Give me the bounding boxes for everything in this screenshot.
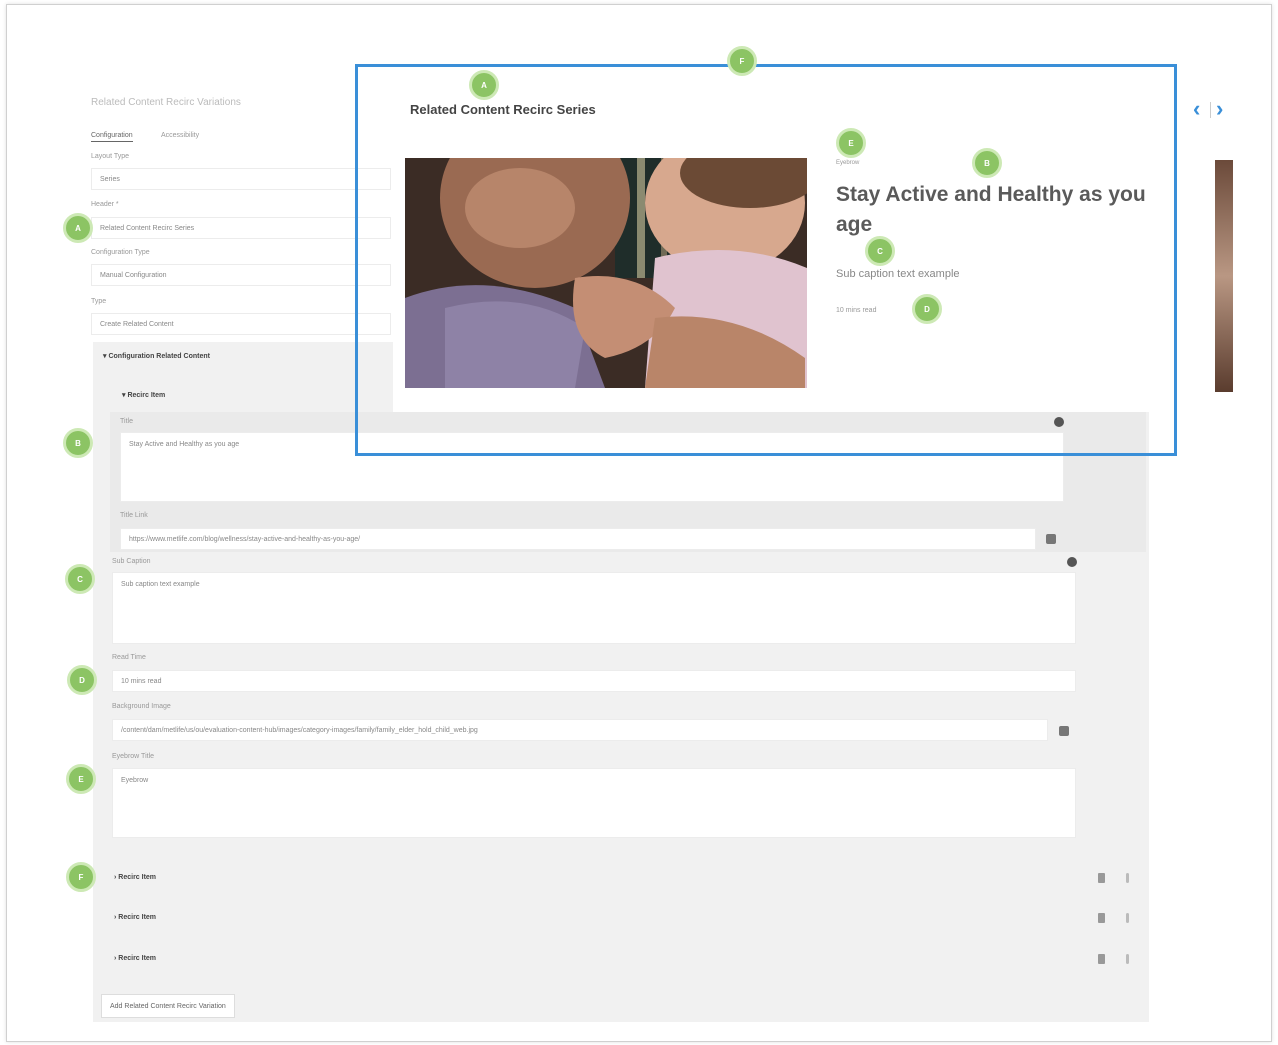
type-select[interactable]: Create Related Content — [91, 313, 391, 335]
badge-items-preview: F — [727, 46, 757, 76]
bg-image-input[interactable]: /content/dam/metlife/us/ou/evaluation-co… — [112, 719, 1048, 741]
recirc-item-title: Recirc Item — [127, 392, 166, 399]
nav-divider — [1210, 102, 1211, 118]
drag-handle-icon[interactable] — [1126, 954, 1129, 964]
page-title: Related Content Recirc Variations — [91, 97, 241, 108]
tab-configuration[interactable]: Configuration — [91, 132, 133, 142]
badge-eyebrow-preview: E — [836, 128, 866, 158]
layout-type-select[interactable]: Series — [91, 168, 391, 190]
badge-header-preview: A — [469, 70, 499, 100]
badge-read-time-preview: D — [912, 294, 942, 324]
bg-image-label: Background Image — [112, 703, 171, 710]
config-section-title[interactable]: ▾ Configuration Related Content — [103, 352, 210, 360]
badge-eyebrow-form: E — [66, 764, 96, 794]
badge-title-preview: B — [972, 148, 1002, 178]
subcaption-label: Sub Caption — [112, 558, 151, 565]
prev-arrow-icon[interactable]: ‹ — [1193, 96, 1200, 122]
add-variation-button[interactable]: Add Related Content Recirc Variation — [101, 994, 235, 1018]
layout-type-label: Layout Type — [91, 153, 130, 160]
header-input[interactable]: Related Content Recirc Series — [91, 217, 391, 239]
badge-items-form: F — [66, 862, 96, 892]
drag-handle-icon[interactable] — [1126, 873, 1129, 883]
trash-icon[interactable] — [1098, 913, 1105, 923]
recirc-item-collapsed-1-label: Recirc Item — [118, 874, 157, 881]
badge-subcaption-preview: C — [865, 236, 895, 266]
preview-subcaption: Sub caption text example — [836, 268, 960, 280]
recirc-item-collapsed-3[interactable]: › Recirc Item — [114, 955, 156, 962]
recirc-item-collapsed-1[interactable]: › Recirc Item — [114, 874, 156, 881]
config-type-label: Configuration Type — [91, 249, 150, 256]
next-card-peek-image — [1215, 160, 1233, 392]
elder-hold-child-image — [405, 158, 807, 388]
next-arrow-icon[interactable]: › — [1216, 96, 1223, 122]
header-label: Header * — [91, 201, 119, 208]
bg-image-browse-icon[interactable] — [1059, 726, 1069, 736]
recirc-item-collapsed-2[interactable]: › Recirc Item — [114, 914, 156, 921]
badge-title-form: B — [63, 428, 93, 458]
title-link-input[interactable]: https://www.metlife.com/blog/wellness/st… — [120, 528, 1036, 550]
preview-header: Related Content Recirc Series — [410, 102, 596, 117]
config-type-select[interactable]: Manual Configuration — [91, 264, 391, 286]
eyebrow-label: Eyebrow Title — [112, 753, 155, 760]
subcaption-textarea[interactable]: Sub caption text example — [112, 572, 1076, 644]
badge-subcaption-form: C — [65, 564, 95, 594]
recirc-item-header[interactable]: ▾ Recirc Item — [122, 391, 165, 399]
trash-icon[interactable] — [1098, 873, 1105, 883]
eyebrow-textarea[interactable]: Eyebrow — [112, 768, 1076, 838]
subcaption-info-icon[interactable] — [1067, 557, 1077, 567]
config-section-title-text: Configuration Related Content — [108, 353, 210, 360]
preview-eyebrow: Eyebrow — [836, 160, 860, 166]
drag-handle-icon[interactable] — [1126, 913, 1129, 923]
title-link-label: Title Link — [120, 512, 148, 519]
tab-accessibility[interactable]: Accessibility — [161, 132, 199, 139]
read-time-input[interactable]: 10 mins read — [112, 670, 1076, 692]
badge-header-form: A — [63, 213, 93, 243]
preview-photo — [405, 158, 807, 388]
preview-read-time: 10 mins read — [836, 307, 877, 314]
title-link-browse-icon[interactable] — [1046, 534, 1056, 544]
trash-icon[interactable] — [1098, 954, 1105, 964]
type-label: Type — [91, 298, 107, 305]
recirc-item-collapsed-3-label: Recirc Item — [118, 955, 157, 962]
badge-read-time-form: D — [67, 665, 97, 695]
title-label: Title — [120, 418, 133, 425]
preview-title: Stay Active and Healthy as you age — [836, 183, 1146, 236]
read-time-label: Read Time — [112, 654, 146, 661]
recirc-item-collapsed-2-label: Recirc Item — [118, 914, 157, 921]
